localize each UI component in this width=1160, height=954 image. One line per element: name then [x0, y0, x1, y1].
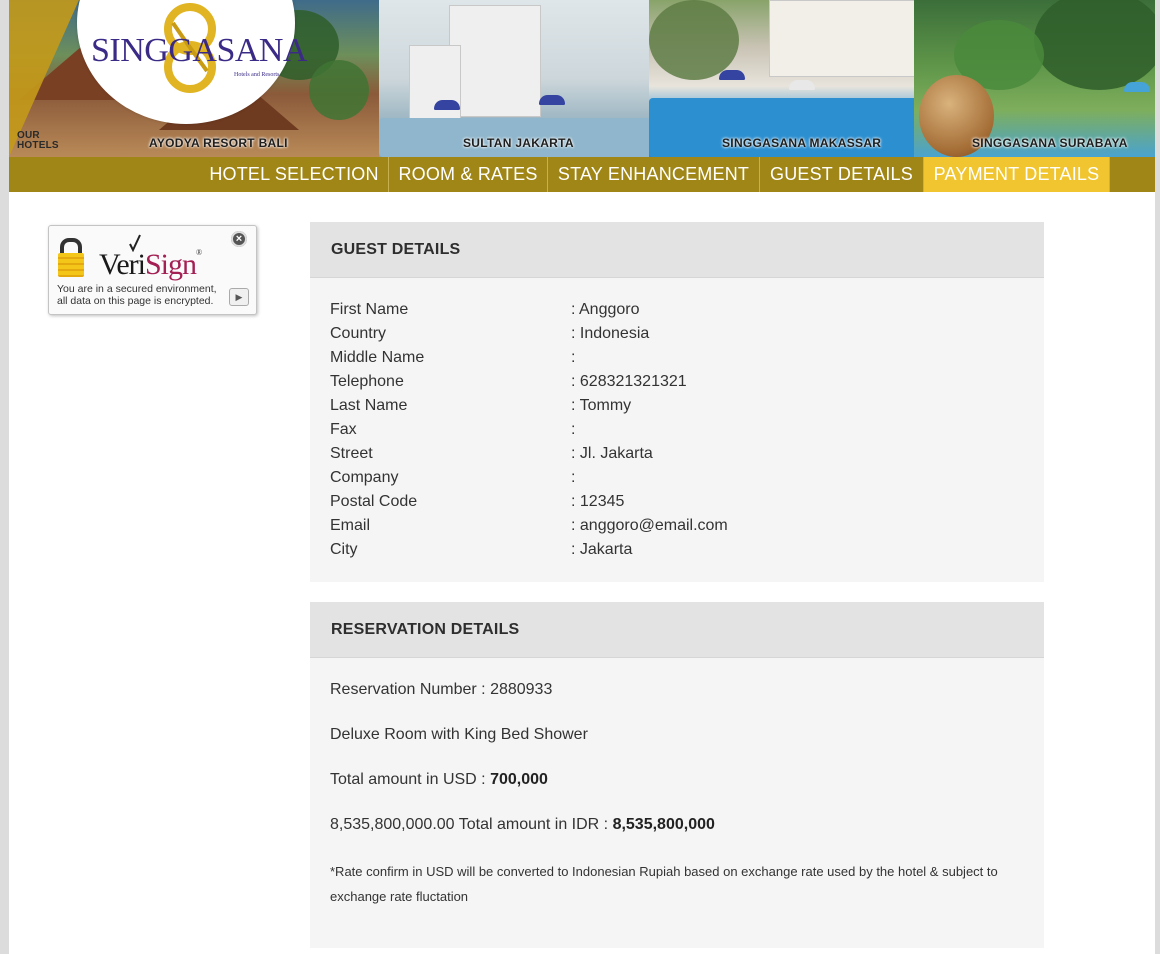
verisign-logo: VeriSign® — [99, 248, 202, 281]
total-usd-value: 700,000 — [490, 771, 548, 788]
reservation-details-title: RESERVATION DETAILS — [331, 621, 520, 638]
booking-steps-nav: HOTEL SELECTION ROOM & RATES STAY ENHANC… — [9, 157, 1155, 192]
reservation-details-header: RESERVATION DETAILS — [310, 602, 1044, 658]
total-idr: 8,535,800,000.00 Total amount in IDR : 8… — [330, 816, 715, 833]
nav-hotel-selection[interactable]: HOTEL SELECTION — [200, 157, 389, 192]
lock-body — [58, 253, 84, 277]
hotel-photo-jakarta[interactable] — [379, 0, 654, 157]
logo-subtext: Hotels and Resorts — [234, 72, 280, 78]
play-icon[interactable]: ▶ — [229, 288, 249, 306]
close-icon[interactable]: × — [231, 231, 247, 247]
page: OUR HOTELS AYODYA RESORT BALI SULTAN JAK… — [9, 0, 1155, 954]
our-hotels-label: OUR HOTELS — [17, 130, 59, 151]
hotel-label-jakarta[interactable]: SULTAN JAKARTA — [463, 136, 574, 150]
exchange-rate-note: *Rate confirm in USD will be converted t… — [330, 864, 998, 904]
total-usd: Total amount in USD : 700,000 — [330, 771, 548, 788]
hotel-label-surabaya[interactable]: SINGGASANA SURABAYA — [972, 136, 1128, 150]
logo-wordmark: SINGGASANA — [91, 32, 308, 69]
nav-guest-details[interactable]: GUEST DETAILS — [760, 157, 924, 192]
hotel-label-makassar[interactable]: SINGGASANA MAKASSAR — [722, 136, 881, 150]
room-type: Deluxe Room with King Bed Shower — [330, 726, 588, 743]
reservation-number: Reservation Number : 2880933 — [330, 681, 553, 698]
guest-details-header: GUEST DETAILS — [310, 222, 1044, 278]
guest-details-title: GUEST DETAILS — [331, 241, 461, 258]
nav-room-rates[interactable]: ROOM & RATES — [389, 157, 548, 192]
reservation-number-value: 2880933 — [490, 681, 553, 698]
secure-environment-text: You are in a secured environment, all da… — [57, 283, 217, 307]
nav-stay-enhancement[interactable]: STAY ENHANCEMENT — [548, 157, 760, 192]
verisign-seal[interactable]: VeriSign® × You are in a secured environ… — [48, 225, 257, 315]
header-banner: OUR HOTELS AYODYA RESORT BALI SULTAN JAK… — [9, 0, 1155, 157]
hotel-label-bali[interactable]: AYODYA RESORT BALI — [149, 136, 288, 150]
total-idr-value: 8,535,800,000 — [612, 816, 715, 833]
hotel-photo-surabaya[interactable] — [914, 0, 1155, 157]
hotel-photo-makassar[interactable] — [649, 0, 924, 157]
guest-details-panel: GUEST DETAILS First Name : Anggoro Count… — [310, 222, 1044, 582]
nav-payment-details[interactable]: PAYMENT DETAILS — [924, 157, 1110, 192]
reservation-details-panel: RESERVATION DETAILS Reservation Number :… — [310, 602, 1044, 948]
